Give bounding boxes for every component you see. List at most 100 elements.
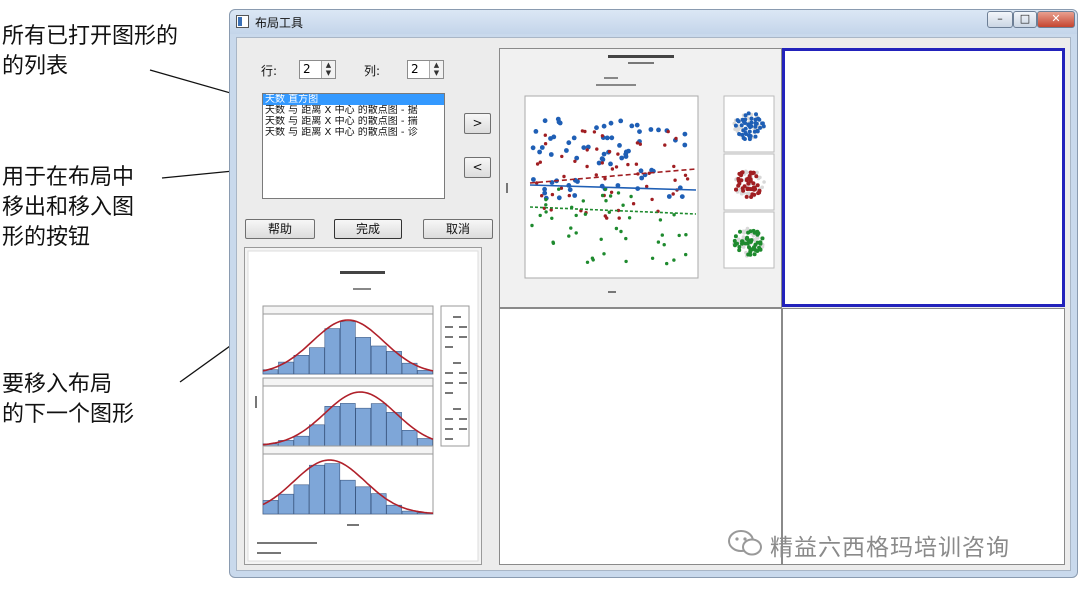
close-button[interactable]: ✕ — [1037, 11, 1075, 28]
scatter-point — [656, 127, 661, 133]
bg-point — [758, 175, 762, 180]
scatter-point — [627, 216, 632, 220]
bg-point — [755, 170, 759, 175]
small-scatter-point — [747, 123, 752, 128]
scatter-point — [539, 145, 545, 150]
cols-spinner[interactable]: 2 ▲ ▼ — [407, 60, 444, 79]
scatter-point — [656, 240, 661, 244]
cols-spin-arrows[interactable]: ▲ ▼ — [429, 61, 443, 78]
histogram-bar — [262, 500, 279, 515]
rows-label: 行: — [261, 64, 278, 78]
small-scatter-point — [756, 116, 761, 121]
histogram-bar — [309, 347, 325, 375]
scatter-point — [574, 231, 578, 235]
scatter-point — [665, 261, 669, 266]
graph-list-item[interactable]: 天数 与 距离 X 中心 的散点图 - 诊 — [263, 127, 444, 138]
scatter-point — [572, 193, 578, 198]
small-scatter-point — [758, 125, 763, 130]
scatter-point — [557, 187, 561, 191]
scatter-point — [601, 123, 607, 129]
small-scatter-point — [755, 183, 760, 188]
small-scatter-point — [746, 133, 751, 138]
wechat-icon — [728, 530, 762, 556]
scatter-point — [605, 216, 609, 220]
layout-cell-1-2-active[interactable] — [782, 48, 1065, 307]
graph-list-item[interactable]: 天数 与 距离 X 中心 的散点图 - 揣 — [263, 116, 444, 127]
scatter-point — [544, 197, 548, 202]
rows-spinner[interactable]: 2 ▲ ▼ — [299, 60, 336, 79]
small-scatter-point — [733, 123, 738, 128]
scatter-point — [537, 149, 542, 155]
layout-cell-2-1[interactable] — [499, 308, 782, 565]
layout-cell-2-2[interactable] — [782, 308, 1065, 565]
scatter-point — [560, 154, 564, 159]
graph-listbox[interactable]: 天数 直方图 天数 与 距离 X 中心 的散点图 - 据 天数 与 距离 X 中… — [262, 93, 445, 199]
graph-list-item[interactable]: 天数 直方图 — [263, 94, 444, 105]
scatter-point — [530, 145, 536, 151]
scatter-point — [544, 210, 548, 214]
small-scatter-point — [754, 112, 758, 117]
histogram-bar — [355, 486, 371, 515]
histogram-bar — [417, 438, 433, 447]
scatter-point — [621, 203, 625, 207]
bg-point — [736, 237, 741, 242]
small-scatter-point — [749, 116, 754, 121]
scatter-point — [542, 118, 548, 124]
scatter-point — [600, 161, 604, 165]
scatter-point — [594, 173, 598, 177]
layout-cell-1-1[interactable] — [499, 48, 782, 308]
scatter-point — [660, 233, 664, 237]
small-scatter-point — [748, 252, 753, 257]
histogram-bar — [355, 337, 371, 375]
histogram-bar — [293, 484, 310, 515]
scatter-point — [608, 120, 614, 126]
scatter-point — [562, 174, 566, 179]
help-button[interactable]: 帮助 — [245, 219, 315, 239]
small-scatter-point — [747, 245, 751, 250]
small-scatter-point — [748, 178, 753, 183]
scatter-point — [614, 226, 619, 231]
small-scatter-point — [742, 184, 747, 189]
scatter-point — [595, 147, 599, 151]
scatter-point — [631, 202, 636, 206]
cols-label: 列: — [364, 64, 381, 78]
histogram-bar — [340, 403, 356, 447]
scatter-point — [617, 216, 621, 220]
scatter-point — [671, 192, 675, 196]
rows-spin-arrows[interactable]: ▲ ▼ — [321, 61, 335, 78]
cancel-button[interactable]: 取消 — [423, 219, 493, 239]
minimize-button[interactable]: – — [987, 11, 1013, 28]
small-scatter-point — [741, 136, 746, 140]
scatter-point — [567, 234, 571, 238]
scatter-point — [603, 177, 607, 181]
bg-point — [741, 229, 746, 234]
bg-point — [762, 180, 766, 184]
move-out-button[interactable]: < — [464, 157, 491, 178]
scatter-point — [609, 135, 615, 141]
scatter-point — [566, 140, 572, 146]
scatter-point — [574, 213, 578, 218]
scatter-point — [583, 212, 588, 216]
graph-list-item[interactable]: 天数 与 距离 X 中心 的散点图 - 据 — [263, 105, 444, 116]
small-scatter-point — [739, 123, 744, 128]
scatter-point — [585, 164, 589, 169]
scatter-point — [679, 194, 685, 200]
scatter-point — [550, 216, 554, 220]
scatter-point — [629, 123, 635, 129]
scatter-point — [567, 187, 573, 193]
histogram-bar — [324, 328, 341, 375]
scatter-point — [602, 252, 606, 256]
small-scatter-point — [739, 178, 744, 183]
scatter-point — [609, 190, 614, 194]
move-in-button[interactable]: > — [464, 113, 491, 134]
next-graph-preview[interactable] — [244, 247, 482, 565]
watermark-text: 精益六西格玛培训咨询 — [770, 535, 1010, 561]
scatter-point — [638, 142, 642, 146]
scatter-point — [585, 260, 590, 264]
histogram-bar — [324, 463, 341, 515]
scatter-point — [590, 256, 595, 260]
maximize-button[interactable]: □ — [1013, 11, 1037, 28]
finish-button[interactable]: 完成 — [334, 219, 402, 239]
scatter-point — [581, 145, 587, 150]
title-bar[interactable]: 布局工具 – □ ✕ — [230, 10, 1077, 34]
